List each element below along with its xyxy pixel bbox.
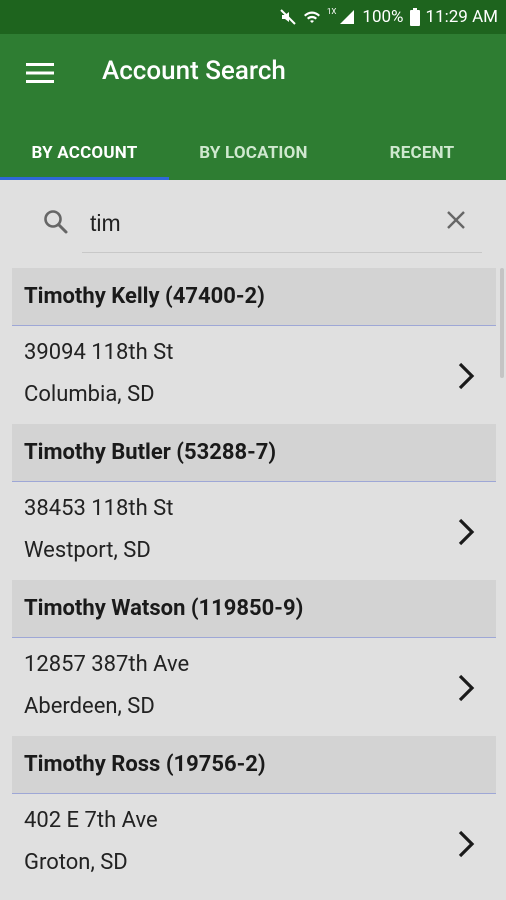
search-bar [0, 180, 506, 266]
network-type-label: 1X [326, 7, 337, 16]
clock: 11:29 AM [425, 7, 498, 27]
address-line-1: 38453 118th St [24, 496, 174, 521]
address-line-1: 39094 118th St [24, 340, 174, 365]
account-item[interactable]: 38453 118th St Westport, SD [12, 482, 496, 580]
tab-bar: BY ACCOUNT BY LOCATION RECENT [0, 126, 506, 180]
wifi-icon [303, 7, 321, 27]
address-line-2: Aberdeen, SD [24, 694, 155, 719]
scrollbar[interactable] [500, 268, 504, 378]
tab-recent[interactable]: RECENT [338, 126, 506, 180]
tab-by-location[interactable]: BY LOCATION [169, 126, 338, 180]
battery-percent: 100% [362, 7, 404, 27]
address-line-2: Westport, SD [24, 538, 151, 563]
chevron-right-icon[interactable] [452, 828, 480, 860]
close-icon [445, 209, 467, 235]
app-bar: Account Search BY ACCOUNT BY LOCATION RE… [0, 34, 506, 180]
mute-icon [279, 7, 297, 27]
address-line-2: Groton, SD [24, 850, 128, 875]
search-icon [42, 208, 70, 236]
chevron-right-icon[interactable] [452, 672, 480, 704]
signal-icon [338, 7, 356, 27]
account-item[interactable]: 12857 387th Ave Aberdeen, SD [12, 638, 496, 736]
account-header: Timothy Ross (19756-2) [12, 736, 496, 794]
status-bar: 1X 100% 11:29 AM [0, 0, 506, 34]
search-underline [82, 252, 482, 253]
hamburger-menu-icon [26, 62, 54, 88]
search-input[interactable] [90, 206, 420, 240]
chevron-right-icon[interactable] [452, 516, 480, 548]
account-header: Timothy Kelly (47400-2) [12, 268, 496, 326]
battery-icon [409, 7, 420, 27]
account-item[interactable]: 39094 118th St Columbia, SD [12, 326, 496, 424]
page-title: Account Search [102, 56, 286, 86]
account-header: Timothy Watson (119850-9) [12, 580, 496, 638]
tab-by-account[interactable]: BY ACCOUNT [0, 126, 169, 180]
results-list: Timothy Kelly (47400-2) 39094 118th St C… [12, 268, 496, 892]
clear-search-button[interactable] [442, 208, 470, 236]
menu-button[interactable] [22, 60, 58, 90]
address-line-1: 12857 387th Ave [24, 652, 190, 677]
address-line-2: Columbia, SD [24, 382, 155, 407]
account-item[interactable]: 402 E 7th Ave Groton, SD [12, 794, 496, 892]
chevron-right-icon[interactable] [452, 360, 480, 392]
address-line-1: 402 E 7th Ave [24, 808, 158, 833]
account-header: Timothy Butler (53288-7) [12, 424, 496, 482]
